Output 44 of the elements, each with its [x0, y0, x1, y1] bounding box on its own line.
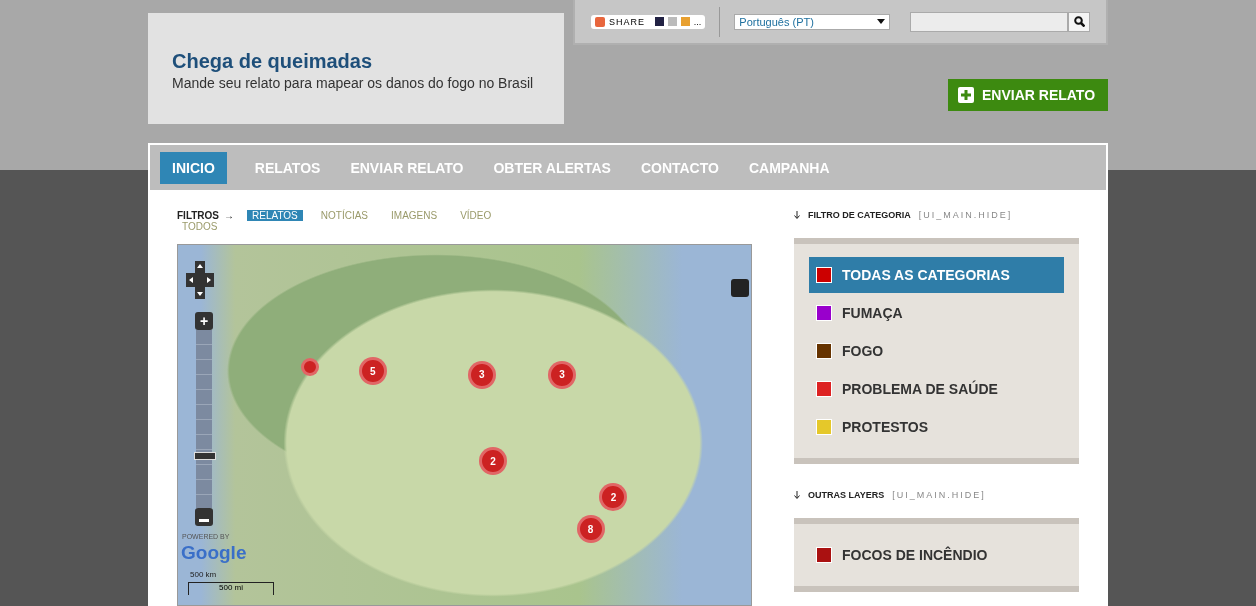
scale-bar: 500 mi — [188, 582, 274, 595]
zoom-thumb[interactable] — [194, 451, 216, 460]
hide-toggle-link[interactable]: [UI_MAIN.HIDE] — [892, 490, 986, 500]
category-item[interactable]: FUMAÇA — [809, 295, 1064, 331]
section-title: OUTRAS LAYERS — [808, 490, 885, 500]
category-item[interactable]: FOCOS DE INCÊNDIO — [809, 537, 1064, 573]
down-arrow-icon — [794, 211, 800, 219]
cluster-marker[interactable]: 3 — [547, 360, 576, 389]
hide-toggle-link[interactable]: [UI_MAIN.HIDE] — [918, 210, 1013, 220]
category-item[interactable]: PROBLEMA DE SAÚDE — [809, 371, 1064, 407]
cluster-marker[interactable]: 3 — [467, 360, 496, 389]
search-button[interactable] — [1068, 11, 1090, 32]
category-item[interactable]: PROTESTOS — [809, 409, 1064, 445]
cluster-marker[interactable]: 2 — [479, 447, 508, 475]
section-title: FILTRO DE CATEGORIA — [808, 210, 911, 220]
arrow-glyph: → — [224, 210, 235, 221]
search-icon — [1073, 16, 1085, 27]
filter-tab[interactable]: IMAGENS — [386, 210, 443, 221]
zoom-out-button[interactable] — [195, 508, 213, 526]
site-title: Chega de queimadas — [172, 50, 374, 73]
filter-tab[interactable]: VÍDEO — [455, 210, 497, 221]
nav-tab[interactable]: INICIO — [160, 151, 227, 184]
cluster-marker[interactable] — [300, 358, 319, 377]
filters-label: FILTROS — [177, 210, 220, 221]
site-subtitle: Mande seu relato para mapear os danos do fogo no Brasil — [172, 75, 535, 91]
language-select[interactable]: Português (PT) — [734, 13, 890, 30]
cluster-marker[interactable]: 5 — [358, 357, 387, 385]
minus-icon — [199, 519, 209, 522]
category-item[interactable]: FOGO — [809, 333, 1064, 369]
cluster-marker[interactable]: 8 — [576, 515, 605, 544]
share-button[interactable]: SHARE ... — [591, 14, 706, 29]
filter-tab[interactable]: NOTÍCIAS — [315, 210, 374, 221]
category-item[interactable]: TODAS AS CATEGORIAS — [809, 257, 1064, 293]
dropdown-caret-icon — [877, 19, 885, 24]
send-report-button[interactable]: ENVIAR RELATO — [948, 79, 1108, 111]
pan-control-icon[interactable] — [186, 261, 214, 299]
search-field[interactable] — [910, 11, 1068, 32]
scale-label: 500 km — [190, 570, 217, 580]
map-logo: Google — [181, 542, 247, 564]
filter-tab[interactable]: RELATOS — [247, 210, 303, 221]
down-arrow-icon — [794, 491, 800, 499]
filter-tab[interactable]: TODOS — [177, 221, 223, 232]
cluster-marker[interactable]: 2 — [599, 483, 628, 511]
zoom-in-button[interactable]: + — [195, 312, 213, 330]
